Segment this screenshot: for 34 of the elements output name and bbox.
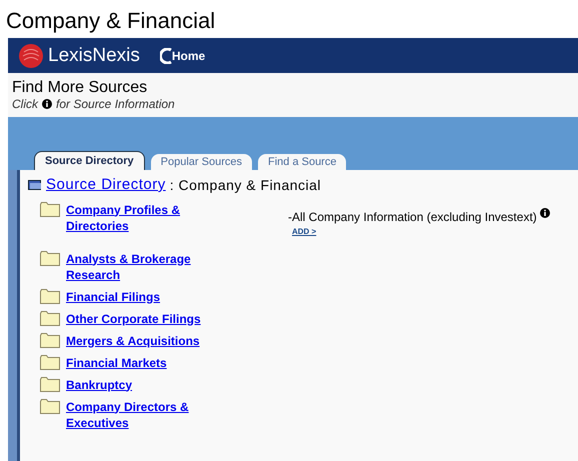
hint-text: Click (12, 97, 38, 111)
folder-icon (40, 288, 60, 304)
folder-icon (40, 354, 60, 370)
source-name: -All Company Information (excluding Investext) (288, 208, 537, 226)
folder-icon (40, 202, 60, 216)
category-link[interactable]: Analysts & Brokerage Research (66, 250, 206, 282)
page-title: Company & Financial (5, 7, 216, 35)
tab[interactable]: Source Directory (34, 151, 145, 170)
folder-icon (40, 250, 60, 266)
category-link[interactable]: Bankruptcy (66, 376, 206, 392)
category-link[interactable]: Financial Markets (66, 354, 206, 370)
add-link[interactable]: ADD > (292, 226, 550, 238)
category-link[interactable]: Other Corporate Filings (66, 310, 206, 326)
info-icon[interactable] (42, 99, 52, 109)
folder-open-icon (28, 179, 42, 192)
category-link[interactable]: Company Directors & Executives (66, 398, 206, 430)
category-link[interactable]: Company Profiles & Directories (66, 202, 206, 234)
breadcrumb-link[interactable]: Source Directory (46, 174, 166, 196)
folder-icon (40, 310, 60, 326)
folder-icon (40, 332, 60, 348)
info-icon[interactable] (540, 208, 550, 218)
category-link[interactable]: Mergers & Acquisitions (66, 332, 206, 348)
category-link[interactable]: Financial Filings (66, 288, 206, 304)
folder-icon (40, 398, 60, 414)
tab[interactable]: Popular Sources (150, 154, 252, 170)
logo-text: LexisNexis (48, 46, 140, 65)
folder-icon (40, 376, 60, 392)
breadcrumb-current: : Company & Financial (170, 176, 322, 195)
section-title: Find More Sources (12, 79, 148, 97)
tab[interactable]: Find a Source (258, 154, 346, 170)
home-link[interactable]: Home (160, 46, 206, 64)
hint-text: for Source Information (56, 97, 175, 111)
logo-icon (18, 42, 44, 68)
home-icon (160, 48, 172, 64)
